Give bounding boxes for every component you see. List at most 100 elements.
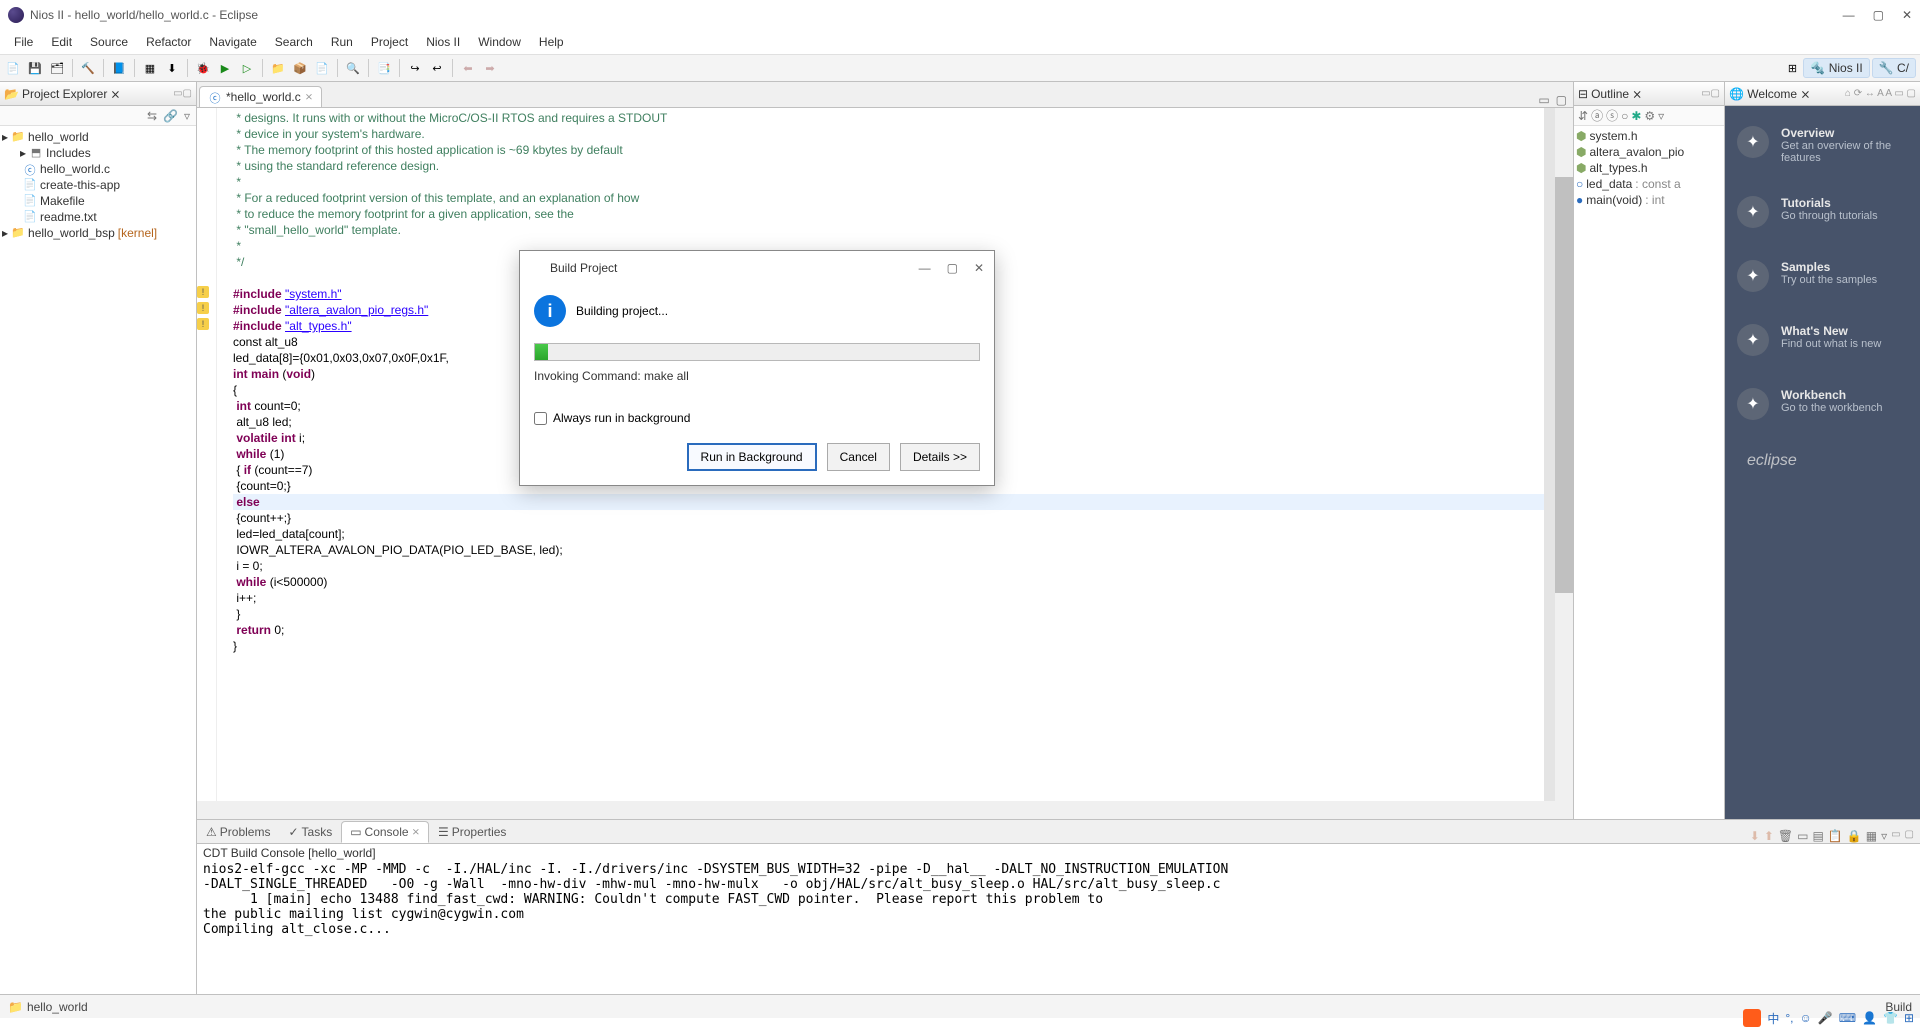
view-maximize-icon[interactable]: ▢ <box>1905 829 1914 843</box>
tree-project[interactable]: hello_world <box>28 130 89 144</box>
outline-item[interactable]: ●main(void) : int <box>1576 192 1722 208</box>
welcome-item[interactable]: ✦OverviewGet an overview of the features <box>1737 126 1908 164</box>
menu-niosii[interactable]: Nios II <box>418 32 468 52</box>
outline-settings-icon[interactable]: ⚙ <box>1644 109 1655 123</box>
tray-grid-icon[interactable]: ⊞ <box>1904 1011 1914 1025</box>
outline-hide-static-icon[interactable]: ⓢ <box>1606 107 1618 124</box>
pin-console-icon[interactable]: ⬆ <box>1764 829 1774 843</box>
tree-project-bsp[interactable]: hello_world_bsp <box>28 226 115 240</box>
perspective-cpp[interactable]: 🔧 C/ <box>1872 58 1916 78</box>
view-minimize-icon[interactable]: ▭ <box>1701 88 1710 99</box>
display-selected-icon[interactable]: ▭ <box>1797 829 1808 843</box>
console-settings-icon[interactable]: ▿ <box>1881 829 1887 843</box>
always-background-input[interactable] <box>534 412 547 425</box>
chip-icon[interactable]: ▦ <box>141 59 159 77</box>
dialog-maximize-button[interactable]: ▢ <box>947 261 958 275</box>
new-icon[interactable]: 📄 <box>4 59 22 77</box>
tree-file[interactable]: readme.txt <box>40 210 97 224</box>
search-icon[interactable]: 🔍 <box>344 59 362 77</box>
tab-properties[interactable]: ☰Properties <box>429 821 515 843</box>
outline-hide-nonpublic-icon[interactable]: ○ <box>1621 109 1628 123</box>
outline-item[interactable]: ⬢system.h <box>1576 128 1722 144</box>
menu-project[interactable]: Project <box>363 32 416 52</box>
menu-refactor[interactable]: Refactor <box>138 32 199 52</box>
dialog-minimize-button[interactable]: — <box>919 261 931 275</box>
view-maximize-icon[interactable]: ▢ <box>1711 88 1720 99</box>
tray-face-icon[interactable]: ☺ <box>1799 1011 1811 1025</box>
new-folder-icon[interactable]: 📁 <box>269 59 287 77</box>
menu-search[interactable]: Search <box>267 32 321 52</box>
next-annotation-icon[interactable]: ↪ <box>406 59 424 77</box>
run-icon[interactable]: ▶ <box>216 59 234 77</box>
tray-icon[interactable] <box>1743 1009 1761 1027</box>
menu-window[interactable]: Window <box>470 32 529 52</box>
menu-file[interactable]: File <box>6 32 41 52</box>
prev-annotation-icon[interactable]: ↩ <box>428 59 446 77</box>
close-button[interactable]: ✕ <box>1902 8 1912 22</box>
outline-body[interactable]: ⬢system.h⬢altera_avalon_pio⬢alt_types.h○… <box>1574 126 1724 210</box>
tree-file[interactable]: create-this-app <box>40 178 120 192</box>
project-tree[interactable]: ▸📁hello_world ▸⬒Includes ⓒhello_world.c … <box>0 126 196 244</box>
tray-user-icon[interactable]: 👤 <box>1862 1011 1877 1025</box>
tray-ime-icon[interactable]: 中 <box>1767 1010 1779 1027</box>
editor-maximize-icon[interactable]: ▢ <box>1556 93 1567 107</box>
collapse-all-icon[interactable]: ⇆ <box>147 109 157 123</box>
debug-icon[interactable]: 🐞 <box>194 59 212 77</box>
open-perspective-icon[interactable]: ⊞ <box>1783 59 1801 77</box>
download-icon[interactable]: ⬇ <box>163 59 181 77</box>
outline-hide-fields-icon[interactable]: ⓐ <box>1591 107 1603 124</box>
scroll-lock-icon[interactable]: ⬇ <box>1750 829 1760 843</box>
welcome-item[interactable]: ✦WorkbenchGo to the workbench <box>1737 388 1908 420</box>
build-icon[interactable]: 🔨 <box>79 59 97 77</box>
toggle-mark-icon[interactable]: 📑 <box>375 59 393 77</box>
view-minimize-icon[interactable]: ▭ <box>1891 829 1900 843</box>
clear-console-icon[interactable]: 🗑 <box>1778 829 1793 843</box>
horizontal-scrollbar[interactable] <box>197 801 1573 819</box>
save-icon[interactable]: 💾 <box>26 59 44 77</box>
tab-console[interactable]: ▭Console ⨯ <box>341 821 429 843</box>
welcome-item[interactable]: ✦SamplesTry out the samples <box>1737 260 1908 292</box>
tree-file[interactable]: Makefile <box>40 194 85 208</box>
run-background-button[interactable]: Run in Background <box>687 443 817 471</box>
back-icon[interactable]: ⬅ <box>459 59 477 77</box>
outline-filter-icon[interactable]: ✱ <box>1631 109 1641 123</box>
always-background-checkbox[interactable]: Always run in background <box>534 411 980 425</box>
forward-icon[interactable]: ➡ <box>481 59 499 77</box>
editor-minimize-icon[interactable]: ▭ <box>1538 93 1549 107</box>
vertical-scrollbar[interactable] <box>1555 108 1573 801</box>
new-class-icon[interactable]: 📦 <box>291 59 309 77</box>
tray-punct-icon[interactable]: °, <box>1785 1011 1793 1025</box>
welcome-item[interactable]: ✦What's NewFind out what is new <box>1737 324 1908 356</box>
tree-includes[interactable]: Includes <box>46 146 91 160</box>
menu-run[interactable]: Run <box>323 32 361 52</box>
menu-help[interactable]: Help <box>531 32 572 52</box>
show-console-icon[interactable]: ▦ <box>1866 829 1877 843</box>
view-minimize-icon[interactable]: ▭ <box>173 88 182 99</box>
welcome-item[interactable]: ✦TutorialsGo through tutorials <box>1737 196 1908 228</box>
perspective-nios[interactable]: 🔩 Nios II <box>1803 58 1869 78</box>
outline-menu-icon[interactable]: ▿ <box>1658 109 1664 123</box>
close-tab-icon[interactable]: ⨯ <box>305 92 313 103</box>
run-last-icon[interactable]: ▷ <box>238 59 256 77</box>
outline-item[interactable]: ⬢alt_types.h <box>1576 160 1722 176</box>
link-editor-icon[interactable]: 🔗 <box>163 109 178 123</box>
details-button[interactable]: Details >> <box>900 443 980 471</box>
maximize-button[interactable]: ▢ <box>1873 8 1884 22</box>
outline-sort-icon[interactable]: ⇵ <box>1578 109 1588 123</box>
tray-kb-icon[interactable]: ⌨ <box>1839 1011 1856 1025</box>
menu-source[interactable]: Source <box>82 32 136 52</box>
terminate-icon[interactable]: 📋 <box>1828 829 1843 843</box>
menu-navigate[interactable]: Navigate <box>201 32 264 52</box>
tree-source[interactable]: hello_world.c <box>40 162 110 176</box>
outline-item[interactable]: ○led_data : const a <box>1576 176 1722 192</box>
open-console-icon[interactable]: ▤ <box>1812 829 1823 843</box>
save-all-icon[interactable]: 🗂 <box>48 59 66 77</box>
new-source-icon[interactable]: 📄 <box>313 59 331 77</box>
editor-tab[interactable]: ⓒ *hello_world.c ⨯ <box>199 86 322 107</box>
console-output[interactable]: nios2-elf-gcc -xc -MP -MMD -c -I./HAL/in… <box>197 862 1920 994</box>
remove-launch-icon[interactable]: 🔒 <box>1847 829 1862 843</box>
dialog-close-button[interactable]: ✕ <box>974 261 984 275</box>
book-icon[interactable]: 📘 <box>110 59 128 77</box>
minimize-button[interactable]: — <box>1843 8 1855 22</box>
tray-mic-icon[interactable]: 🎤 <box>1818 1011 1833 1025</box>
